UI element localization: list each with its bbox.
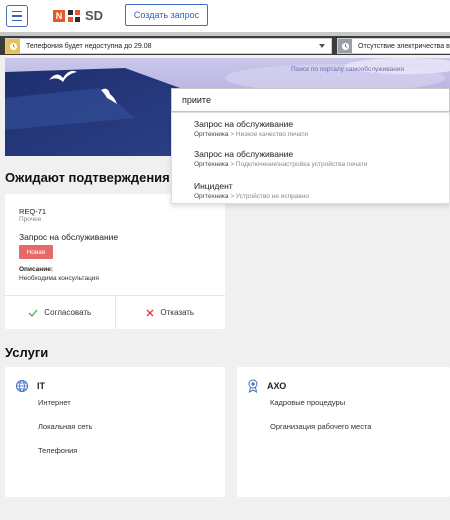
request-card[interactable]: REQ-71 Прочее Запрос на обслуживание Нов…	[5, 194, 225, 329]
service-group-name: АХО	[267, 381, 287, 391]
top-bar: N SD Создать запрос	[0, 0, 450, 32]
description-label: Описание:	[19, 266, 53, 273]
suggestion-item[interactable]: Запрос на обслуживание Оргтехника > Низк…	[194, 119, 308, 138]
globe-icon	[16, 380, 28, 392]
search-input[interactable]: приите	[171, 88, 450, 112]
logo-mark: N	[53, 9, 65, 22]
suggestion-item[interactable]: Инцидент Оргтехника > Устройство не испр…	[194, 181, 309, 200]
create-request-button[interactable]: Создать запрос	[125, 4, 208, 26]
request-category: Прочее	[19, 216, 42, 223]
suggestion-path: Оргтехника > Низкое качество печати	[194, 131, 309, 138]
logo-grid-icon	[68, 9, 80, 22]
clock-icon	[338, 39, 352, 53]
notice-bar: Телефония будет недоступна до 29.08 Отсу…	[0, 36, 450, 55]
service-item[interactable]: Локальная сеть	[38, 422, 92, 431]
menu-icon[interactable]	[6, 5, 28, 27]
suggestion-path: Оргтехника > Устройство не исправно	[194, 193, 310, 200]
status-badge: Новая	[19, 245, 53, 259]
suggestion-title: Запрос на обслуживание	[194, 119, 294, 129]
portal-search-link[interactable]: Поиск по порталу самообслуживания	[291, 66, 404, 73]
approve-label: Согласовать	[44, 308, 92, 317]
services-section-title: Услуги	[5, 345, 49, 360]
reject-label: Отказать	[160, 308, 195, 317]
card-actions: Согласовать Отказать	[5, 295, 225, 329]
suggestion-item[interactable]: Запрос на обслуживание Оргтехника > Подк…	[194, 149, 367, 168]
notice-item[interactable]: Отсутствие электричества в	[337, 38, 450, 54]
service-group-name: IT	[37, 381, 45, 391]
description-value: Необходима консультация	[19, 275, 99, 282]
notice-text: Телефония будет недоступна до 29.08	[26, 42, 152, 50]
logo-text: SD	[85, 8, 104, 23]
search-suggestions: Запрос на обслуживание Оргтехника > Низк…	[171, 112, 450, 204]
service-item[interactable]: Кадровые процедуры	[270, 398, 345, 407]
request-title: Запрос на обслуживание	[19, 232, 119, 242]
service-group-axo: АХО Кадровые процедуры Организация рабоч…	[237, 367, 450, 497]
reject-button[interactable]: Отказать	[114, 296, 226, 329]
suggestion-title: Запрос на обслуживание	[194, 149, 294, 159]
check-icon	[28, 309, 38, 317]
service-group-it: IT Интернет Локальная сеть Телефония	[5, 367, 225, 497]
badge-icon	[248, 379, 258, 393]
service-group-header[interactable]: IT	[15, 379, 45, 393]
service-group-header[interactable]: АХО	[247, 379, 286, 393]
suggestion-path: Оргтехника > Подключение\настройка устро…	[194, 161, 368, 168]
pending-section-title: Ожидают подтверждения	[5, 170, 170, 185]
service-item[interactable]: Организация рабочего места	[270, 422, 371, 431]
notice-text: Отсутствие электричества в	[358, 42, 450, 50]
clock-icon	[6, 39, 20, 53]
notice-dropdown[interactable]: Телефония будет недоступна до 29.08	[5, 38, 332, 54]
close-icon	[146, 309, 154, 316]
approve-button[interactable]: Согласовать	[5, 296, 115, 329]
chevron-down-icon[interactable]	[319, 44, 325, 48]
request-id: REQ-71	[19, 207, 47, 216]
service-item[interactable]: Телефония	[38, 446, 77, 455]
suggestion-title: Инцидент	[194, 181, 233, 191]
logo[interactable]: N SD	[53, 8, 103, 23]
service-item[interactable]: Интернет	[38, 398, 71, 407]
